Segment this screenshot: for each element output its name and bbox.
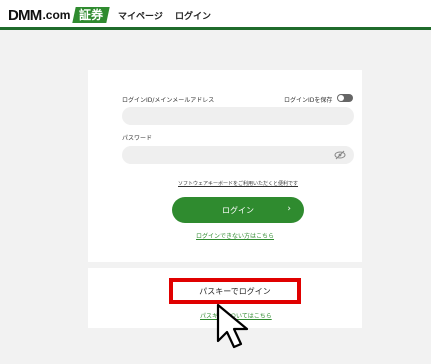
passkey-button-label: パスキーでログイン	[199, 286, 271, 296]
save-id-label: ログインIDを保存	[284, 97, 333, 104]
nav-login-link[interactable]: ログイン	[175, 9, 211, 22]
logo-securities-badge: 証券	[72, 7, 111, 23]
eye-slash-icon[interactable]	[334, 150, 346, 160]
login-id-label: ログインID/メインメールアドレス	[122, 97, 215, 104]
header-bar: DMM .com 証券 マイページ ログイン	[0, 0, 431, 30]
login-card: ログインID/メインメールアドレス ログインIDを保存 パスワード ソフトウェア…	[88, 70, 362, 262]
software-keyboard-link[interactable]: ソフトウェアキーボードをご利用いただくと便利です	[178, 180, 298, 187]
password-label: パスワード	[122, 135, 153, 142]
logo-com-text: .com	[42, 8, 71, 22]
save-id-toggle[interactable]	[337, 94, 353, 102]
logo-badge-text: 証券	[79, 8, 104, 22]
dmm-securities-logo[interactable]: DMM .com 証券	[8, 5, 111, 25]
chevron-right-icon: ›	[287, 204, 291, 214]
nav-mypage-link[interactable]: マイページ	[118, 9, 163, 22]
cannot-login-link[interactable]: ログインできない方はこちら	[196, 231, 274, 240]
login-id-input[interactable]	[122, 107, 354, 125]
logo-dmm-text: DMM	[8, 6, 42, 24]
mouse-pointer-icon	[216, 303, 249, 349]
passkey-login-button[interactable]: パスキーでログイン	[169, 278, 301, 304]
login-button-label: ログイン	[222, 205, 254, 215]
login-button[interactable]: ログイン ›	[172, 197, 304, 223]
password-input[interactable]	[122, 146, 354, 164]
